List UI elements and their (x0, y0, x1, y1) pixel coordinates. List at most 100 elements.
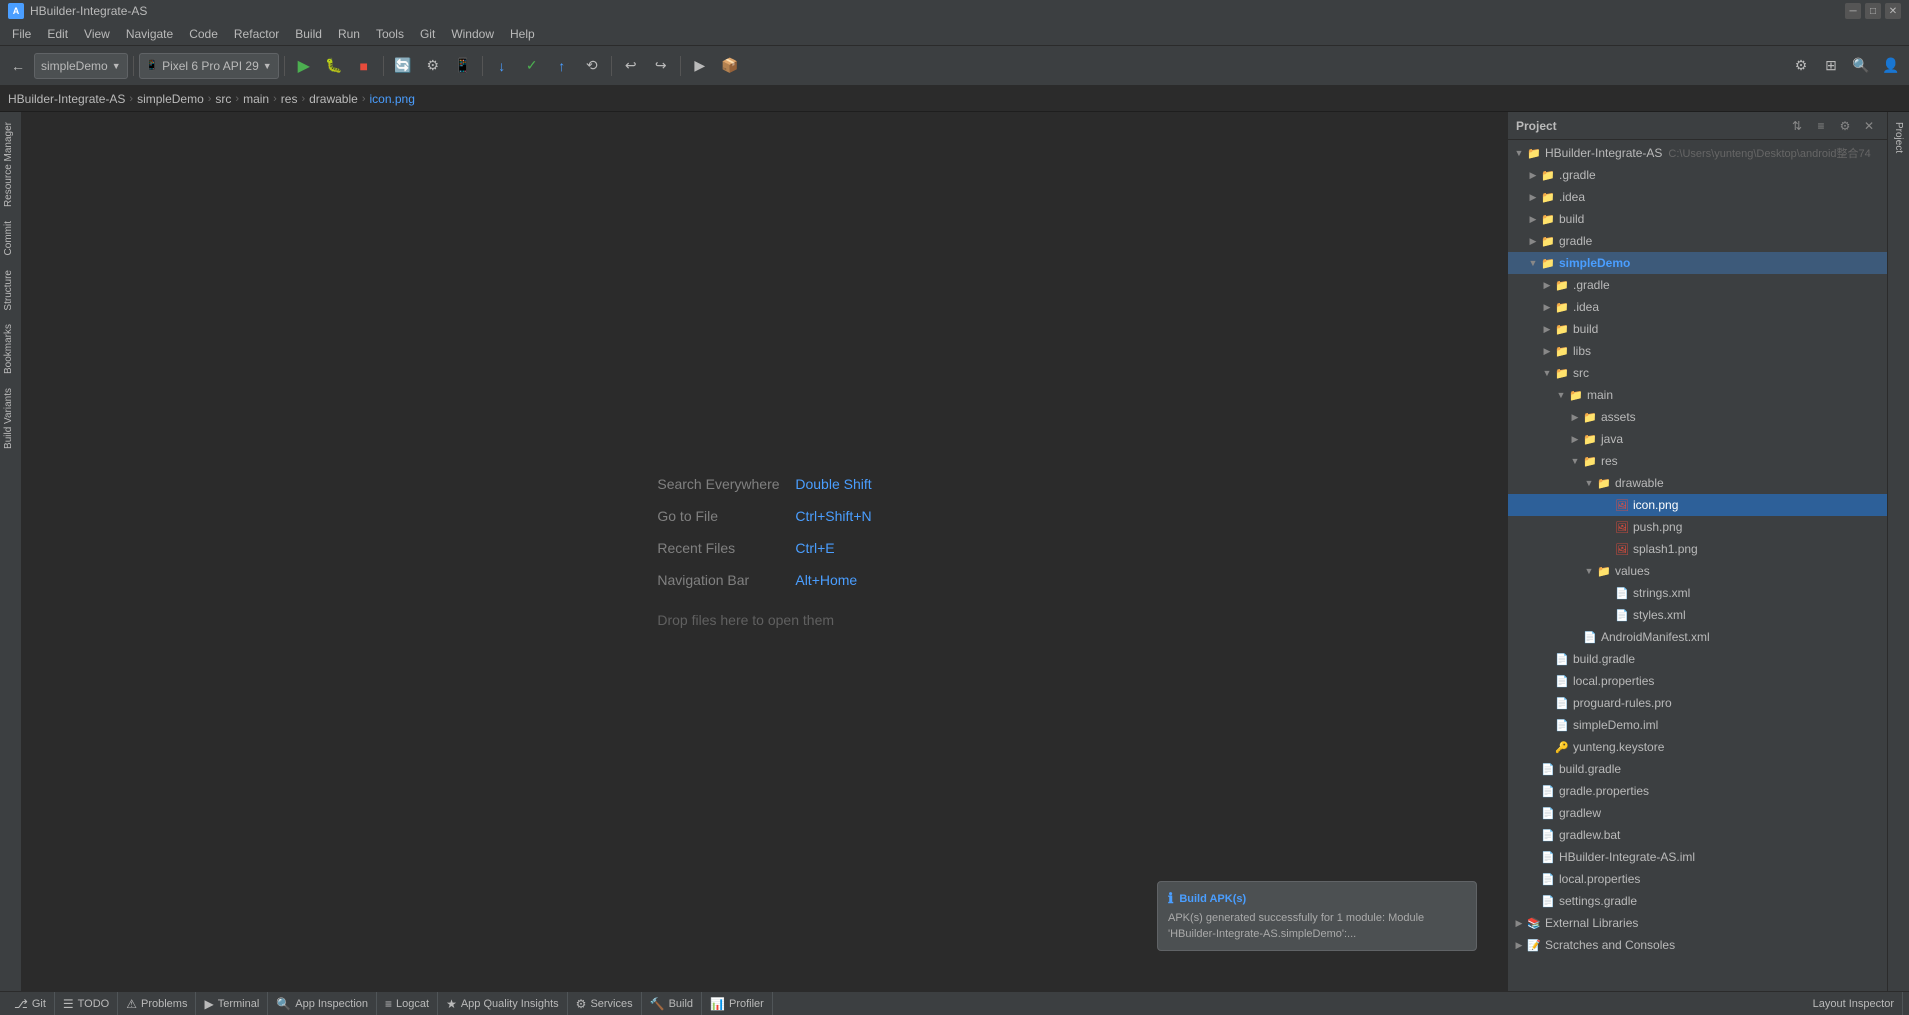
tree-item[interactable]: ▼ 📁 drawable (1508, 472, 1887, 494)
tree-item[interactable]: ▶ 📄 local.properties (1508, 670, 1887, 692)
breadcrumb-res[interactable]: res (281, 92, 298, 106)
tree-item[interactable]: ▶ 🖼 splash1.png (1508, 538, 1887, 560)
breadcrumb-file[interactable]: icon.png (370, 92, 415, 106)
tree-item[interactable]: ▶ 📁 build (1508, 318, 1887, 340)
device-selector[interactable]: 📱 Pixel 6 Pro API 29 ▼ (139, 53, 279, 79)
tree-item[interactable]: ▶ 📄 build.gradle (1508, 648, 1887, 670)
sidebar-commit[interactable]: Commit (1, 215, 21, 261)
menu-code[interactable]: Code (181, 22, 226, 45)
sidebar-build-variants[interactable]: Build Variants (1, 382, 21, 455)
status-layout-inspector[interactable]: Layout Inspector (1805, 992, 1903, 1015)
redo-button[interactable]: ↪ (647, 52, 675, 80)
menu-window[interactable]: Window (443, 22, 502, 45)
status-build[interactable]: 🔨 Build (642, 992, 702, 1015)
tree-toggle[interactable]: ▶ (1568, 432, 1582, 446)
tree-toggle[interactable]: ▶ (1540, 278, 1554, 292)
tree-item-icon-png[interactable]: ▶ 🖼 icon.png (1508, 494, 1887, 516)
tree-toggle[interactable]: ▼ (1582, 476, 1596, 490)
tree-external-libraries[interactable]: ▶ 📚 External Libraries (1508, 912, 1887, 934)
tree-item[interactable]: ▶ 📄 build.gradle (1508, 758, 1887, 780)
terminal-button[interactable]: ▶ (686, 52, 714, 80)
breadcrumb-drawable[interactable]: drawable (309, 92, 358, 106)
debug-button[interactable]: 🐛 (320, 52, 348, 80)
tree-item[interactable]: ▼ 📁 values (1508, 560, 1887, 582)
settings-button[interactable]: ⚙ (1787, 52, 1815, 80)
project-tab[interactable]: Project (1891, 116, 1906, 159)
status-services[interactable]: ⚙ Services (568, 992, 642, 1015)
tree-toggle[interactable]: ▼ (1554, 388, 1568, 402)
tree-item[interactable]: ▶ 📁 .idea (1508, 186, 1887, 208)
tree-item[interactable]: ▶ 📄 strings.xml (1508, 582, 1887, 604)
tree-toggle[interactable]: ▶ (1540, 322, 1554, 336)
menu-view[interactable]: View (76, 22, 118, 45)
panel-settings-button[interactable]: ⚙ (1835, 116, 1855, 136)
tree-item[interactable]: ▶ 📄 proguard-rules.pro (1508, 692, 1887, 714)
back-button[interactable]: ← (4, 52, 32, 80)
sdk-manager-button[interactable]: ⚙ (419, 52, 447, 80)
tree-toggle[interactable]: ▶ (1540, 344, 1554, 358)
menu-edit[interactable]: Edit (39, 22, 76, 45)
tree-item[interactable]: ▶ 📄 gradle.properties (1508, 780, 1887, 802)
menu-build[interactable]: Build (287, 22, 330, 45)
tree-item[interactable]: ▶ 📁 .idea (1508, 296, 1887, 318)
tree-toggle[interactable]: ▶ (1540, 300, 1554, 314)
file-tree[interactable]: ▼ 📁 HBuilder-Integrate-AS C:\Users\yunte… (1508, 140, 1887, 991)
close-button[interactable]: ✕ (1885, 3, 1901, 19)
stop-button[interactable]: ■ (350, 52, 378, 80)
tree-toggle[interactable]: ▼ (1568, 454, 1582, 468)
menu-git[interactable]: Git (412, 22, 443, 45)
status-app-inspection[interactable]: 🔍 App Inspection (268, 992, 377, 1015)
run-button[interactable]: ▶ (290, 52, 318, 80)
tree-simpledemo[interactable]: ▼ 📁 simpleDemo (1508, 252, 1887, 274)
tree-item[interactable]: ▶ 📁 java (1508, 428, 1887, 450)
build-notification[interactable]: Build APK(s) APK(s) generated successful… (1157, 881, 1477, 951)
title-bar-controls[interactable]: ─ □ ✕ (1845, 3, 1901, 19)
sync-button[interactable]: 🔄 (389, 52, 417, 80)
tree-item[interactable]: ▼ 📁 main (1508, 384, 1887, 406)
sidebar-structure[interactable]: Structure (1, 264, 21, 317)
menu-tools[interactable]: Tools (368, 22, 412, 45)
breadcrumb-src[interactable]: src (215, 92, 231, 106)
tree-toggle[interactable]: ▶ (1512, 938, 1526, 952)
tree-toggle[interactable]: ▶ (1526, 168, 1540, 182)
tree-item[interactable]: ▶ 📄 simpleDemo.iml (1508, 714, 1887, 736)
menu-help[interactable]: Help (502, 22, 543, 45)
tree-item[interactable]: ▶ 📄 local.properties (1508, 868, 1887, 890)
tree-item[interactable]: ▶ 📁 .gradle (1508, 274, 1887, 296)
tree-toggle[interactable]: ▼ (1582, 564, 1596, 578)
tree-item[interactable]: ▼ 📁 src (1508, 362, 1887, 384)
panel-close-button[interactable]: ✕ (1859, 116, 1879, 136)
menu-run[interactable]: Run (330, 22, 368, 45)
tree-item[interactable]: ▶ 🔑 yunteng.keystore (1508, 736, 1887, 758)
tree-toggle[interactable]: ▶ (1526, 190, 1540, 204)
maximize-button[interactable]: □ (1865, 3, 1881, 19)
panel-sort-button[interactable]: ⇅ (1787, 116, 1807, 136)
breadcrumb-main[interactable]: main (243, 92, 269, 106)
tree-toggle[interactable]: ▶ (1568, 410, 1582, 424)
status-todo[interactable]: ☰ TODO (55, 992, 118, 1015)
git-commit-button[interactable]: ✓ (518, 52, 546, 80)
menu-file[interactable]: File (4, 22, 39, 45)
tree-item[interactable]: ▶ 🖼 push.png (1508, 516, 1887, 538)
status-logcat[interactable]: ≡ Logcat (377, 992, 438, 1015)
avd-manager-button[interactable]: 📱 (449, 52, 477, 80)
tree-item[interactable]: ▶ 📄 gradlew.bat (1508, 824, 1887, 846)
status-git[interactable]: ⎇ Git (6, 992, 55, 1015)
layout-button[interactable]: ⊞ (1817, 52, 1845, 80)
tree-root-toggle[interactable]: ▼ (1512, 146, 1526, 160)
tree-item[interactable]: ▶ 📄 settings.gradle (1508, 890, 1887, 912)
breadcrumb-simpledemo[interactable]: simpleDemo (137, 92, 204, 106)
panel-collapse-button[interactable]: ≡ (1811, 116, 1831, 136)
menu-navigate[interactable]: Navigate (118, 22, 181, 45)
tree-scratches[interactable]: ▶ 📝 Scratches and Consoles (1508, 934, 1887, 956)
status-problems[interactable]: ⚠ Problems (118, 992, 196, 1015)
status-terminal[interactable]: ▶ Terminal (196, 992, 268, 1015)
minimize-button[interactable]: ─ (1845, 3, 1861, 19)
status-profiler[interactable]: 📊 Profiler (702, 992, 773, 1015)
breadcrumb-root[interactable]: HBuilder-Integrate-AS (8, 92, 125, 106)
git-update-button[interactable]: ↓ (488, 52, 516, 80)
tree-item[interactable]: ▶ 📄 gradlew (1508, 802, 1887, 824)
project-selector[interactable]: simpleDemo ▼ (34, 53, 128, 79)
tree-toggle[interactable]: ▶ (1512, 916, 1526, 930)
tree-item[interactable]: ▶ 📄 HBuilder-Integrate-AS.iml (1508, 846, 1887, 868)
